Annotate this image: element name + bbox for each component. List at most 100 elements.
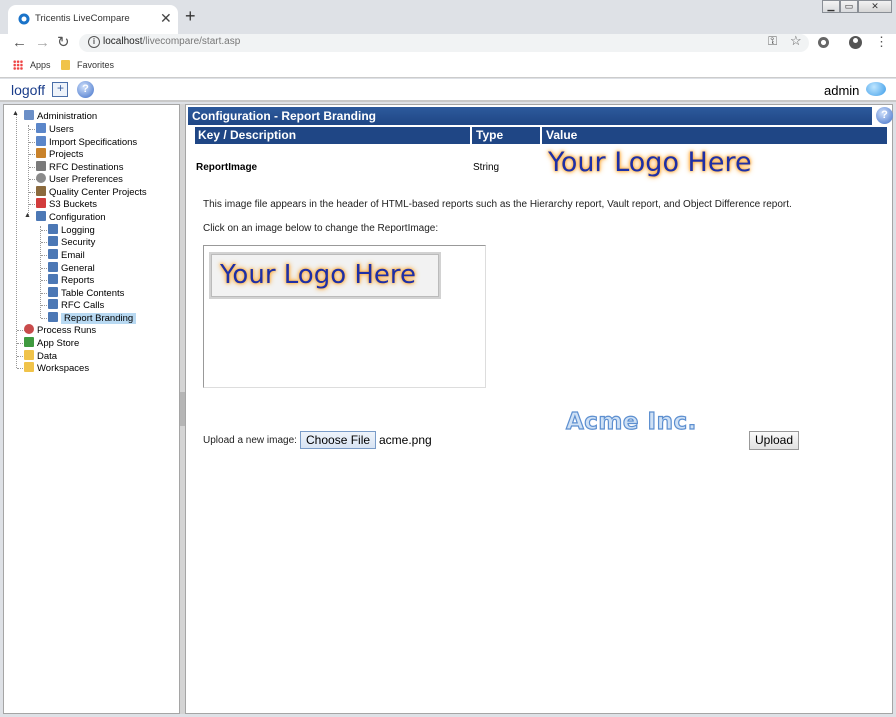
tree-item-reports[interactable]: Reports	[48, 274, 94, 286]
config-icon	[48, 299, 58, 309]
tree-item-s3-buckets[interactable]: S3 Buckets	[36, 198, 97, 210]
tree-item-projects[interactable]: Projects	[36, 148, 83, 160]
import-icon	[36, 136, 46, 146]
tab-title: Tricentis LiveCompare	[35, 13, 130, 24]
collapse-administration-icon[interactable]: ▲	[12, 110, 19, 117]
folder-icon[interactable]	[61, 60, 70, 70]
config-icon	[48, 274, 58, 284]
projects-icon	[36, 148, 46, 158]
bookmark-star-icon[interactable]: ☆	[790, 33, 802, 49]
reload-icon[interactable]: ↻	[57, 34, 70, 52]
bookmarks-bar: Apps Favorites	[0, 56, 896, 78]
config-icon	[48, 287, 58, 297]
back-arrow-icon[interactable]: ←	[12, 34, 27, 52]
upload-label: Upload a new image:	[203, 435, 297, 446]
column-value: Value	[546, 128, 578, 142]
url-path: /livecompare/start.asp	[142, 36, 241, 47]
image-thumbnail[interactable]: Your Logo Here	[209, 252, 441, 299]
row-type: String	[473, 162, 500, 173]
browser-tab[interactable]: Tricentis LiveCompare ✕	[8, 5, 178, 34]
admin-icon	[24, 110, 34, 120]
url-text: localhost/livecompare/start.asp	[103, 36, 240, 47]
apps-grid-icon[interactable]	[13, 60, 23, 70]
bookmark-apps[interactable]: Apps	[30, 60, 51, 70]
rfc-icon	[36, 161, 46, 171]
tree-item-quality-center-projects[interactable]: Quality Center Projects	[36, 186, 147, 198]
config-icon	[48, 312, 58, 322]
config-icon	[48, 224, 58, 234]
browser-toolbar: ← → ↻ i localhost/livecompare/start.asp …	[0, 33, 896, 56]
folder-icon	[24, 362, 34, 372]
tree-item-general[interactable]: General	[48, 262, 95, 274]
config-icon	[36, 211, 46, 221]
content-panel: Configuration - Report Branding ? Key / …	[185, 104, 893, 714]
tree-item-workspaces[interactable]: Workspaces	[24, 362, 89, 374]
tree-item-email[interactable]: Email	[48, 249, 85, 261]
table-header: Key / Description Type Value	[195, 127, 887, 144]
config-icon	[48, 249, 58, 259]
browser-titlebar: Tricentis LiveCompare ✕ + ▁ ▭ ✕	[0, 0, 896, 34]
upload-button[interactable]: Upload	[749, 431, 800, 450]
window-controls: ▁ ▭ ✕	[822, 0, 892, 13]
tree-item-import-specifications[interactable]: Import Specifications	[36, 136, 137, 148]
extension-icon[interactable]	[818, 37, 829, 48]
maximize-button[interactable]: ▭	[840, 0, 858, 13]
site-info-icon[interactable]: i	[88, 36, 100, 48]
tree-item-configuration[interactable]: Configuration	[36, 211, 106, 223]
app-header: logoff ? admin	[0, 79, 896, 102]
choose-file-button[interactable]: Choose File	[300, 431, 377, 449]
collapse-configuration-icon[interactable]: ▲	[24, 212, 31, 219]
image-gallery: Your Logo Here	[203, 245, 486, 388]
current-report-image: Your Logo Here	[548, 147, 752, 178]
minimize-button[interactable]: ▁	[822, 0, 840, 13]
users-icon	[36, 123, 46, 133]
tree-item-users[interactable]: Users	[36, 123, 74, 135]
tree-item-user-preferences[interactable]: User Preferences	[36, 173, 123, 185]
acme-preview-image: Acme Inc.	[565, 408, 697, 435]
folder-icon	[24, 350, 34, 360]
page-title: Configuration - Report Branding	[188, 107, 872, 125]
click-instruction: Click on an image below to change the Re…	[203, 223, 439, 234]
tree-item-administration[interactable]: Administration	[24, 110, 97, 122]
profile-icon[interactable]	[849, 36, 862, 49]
help-icon[interactable]: ?	[77, 81, 94, 98]
tree-item-logging[interactable]: Logging	[48, 224, 95, 236]
config-icon	[48, 236, 58, 246]
tree-item-security[interactable]: Security	[48, 236, 95, 248]
description-text: This image file appears in the header of…	[203, 199, 792, 210]
tree-item-data[interactable]: Data	[24, 350, 57, 362]
chat-bubble-icon[interactable]	[866, 82, 886, 96]
bucket-icon	[36, 198, 46, 208]
process-runs-icon	[24, 324, 34, 334]
forward-arrow-icon[interactable]: →	[35, 34, 50, 52]
new-window-icon[interactable]	[52, 81, 68, 97]
key-icon[interactable]: ⚿	[768, 34, 777, 49]
selected-filename: acme.png	[379, 433, 432, 447]
browser-menu-icon[interactable]: ⋮	[875, 34, 888, 50]
tree-item-rfc-calls[interactable]: RFC Calls	[48, 299, 104, 311]
new-tab-button[interactable]: +	[185, 6, 196, 27]
help-icon[interactable]: ?	[876, 107, 893, 124]
tree-item-rfc-destinations[interactable]: RFC Destinations	[36, 161, 123, 173]
url-host: localhost	[103, 36, 143, 47]
config-icon	[48, 262, 58, 272]
address-bar[interactable]: i localhost/livecompare/start.asp ⚿ ☆	[79, 33, 809, 52]
navigation-tree: ▲ ▲ Administration Users Import Specific…	[3, 104, 180, 714]
preferences-icon	[36, 173, 46, 183]
tree-item-table-contents[interactable]: Table Contents	[48, 287, 124, 299]
qc-icon	[36, 186, 46, 196]
app-store-icon	[24, 337, 34, 347]
logoff-link[interactable]: logoff	[11, 82, 45, 98]
tab-close-icon[interactable]: ✕	[160, 10, 172, 27]
livecompare-favicon-icon	[18, 13, 30, 25]
thumbnail-logo: Your Logo Here	[220, 260, 417, 290]
column-type: Type	[476, 128, 504, 142]
close-window-button[interactable]: ✕	[858, 0, 892, 13]
tree-item-report-branding[interactable]: Report Branding	[48, 312, 137, 324]
bookmark-favorites[interactable]: Favorites	[77, 60, 114, 70]
column-key-description: Key / Description	[198, 128, 297, 142]
username: admin	[824, 83, 860, 98]
tree-item-app-store[interactable]: App Store	[24, 337, 79, 349]
tree-item-process-runs[interactable]: Process Runs	[24, 324, 96, 336]
row-key: ReportImage	[196, 162, 258, 173]
